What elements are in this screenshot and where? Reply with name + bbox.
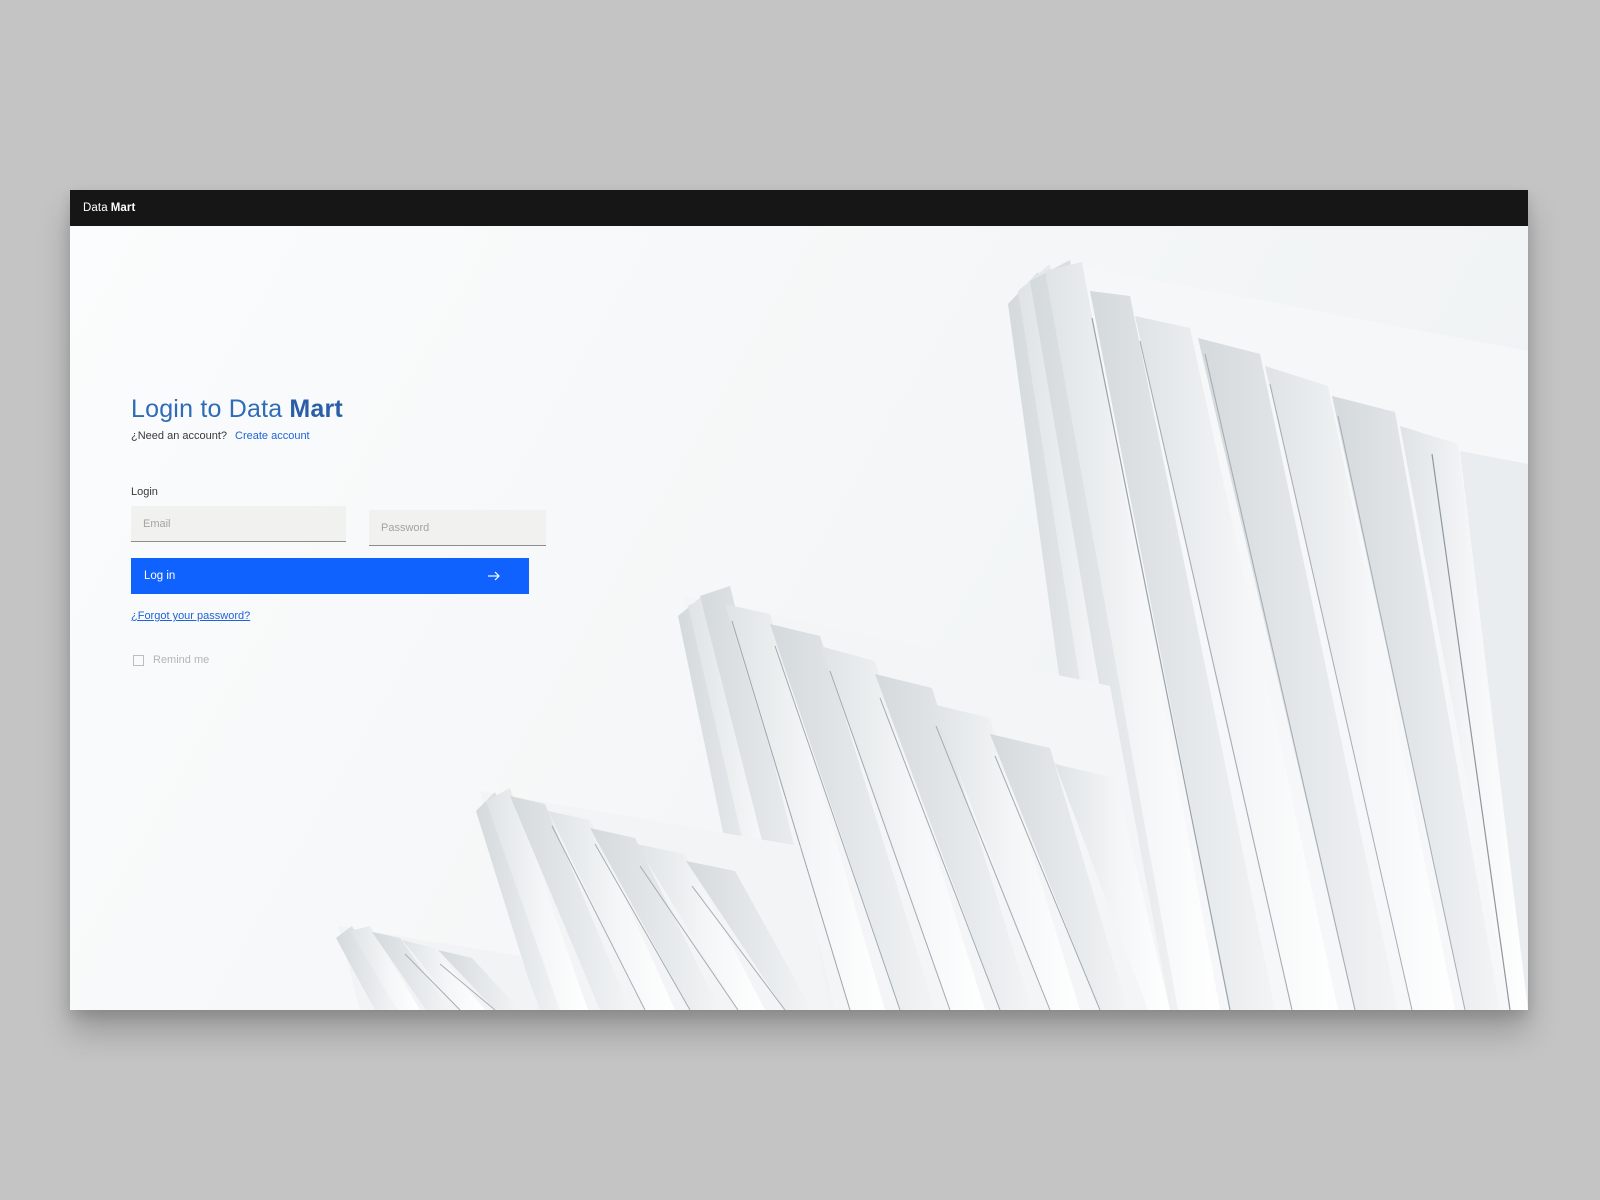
credential-fields [131,506,571,546]
remember-me-label: Remind me [153,654,210,666]
need-account-text: ¿Need an account? [131,430,228,442]
top-bar: Data Mart [70,190,1528,226]
brand-name-light: Data [83,202,108,214]
page-title-bold: Mart [289,395,343,423]
page-title: Login to Data Mart [131,394,571,424]
arrow-right-icon [488,571,500,581]
page-title-prefix: Login to Data [131,395,283,423]
remember-me-checkbox[interactable] [133,654,144,666]
account-prompt: ¿Need an account? Create account [131,430,571,442]
app-window: Data Mart Login to Data Mart ¿Need an ac… [70,190,1528,1010]
login-button[interactable]: Log in [131,558,529,594]
login-page: Login to Data Mart ¿Need an account? Crea… [70,226,1528,1010]
forgot-password-link[interactable]: ¿Forgot your password? [131,610,250,622]
password-field[interactable] [369,510,546,546]
brand-name-bold: Mart [110,202,136,214]
login-section-label: Login [131,486,158,498]
email-field[interactable] [131,506,346,542]
remember-me: Remind me [131,654,571,666]
login-button-label: Log in [144,570,176,582]
create-account-link[interactable]: Create account [235,430,310,442]
login-form: Login to Data Mart ¿Need an account? Crea… [131,394,571,666]
